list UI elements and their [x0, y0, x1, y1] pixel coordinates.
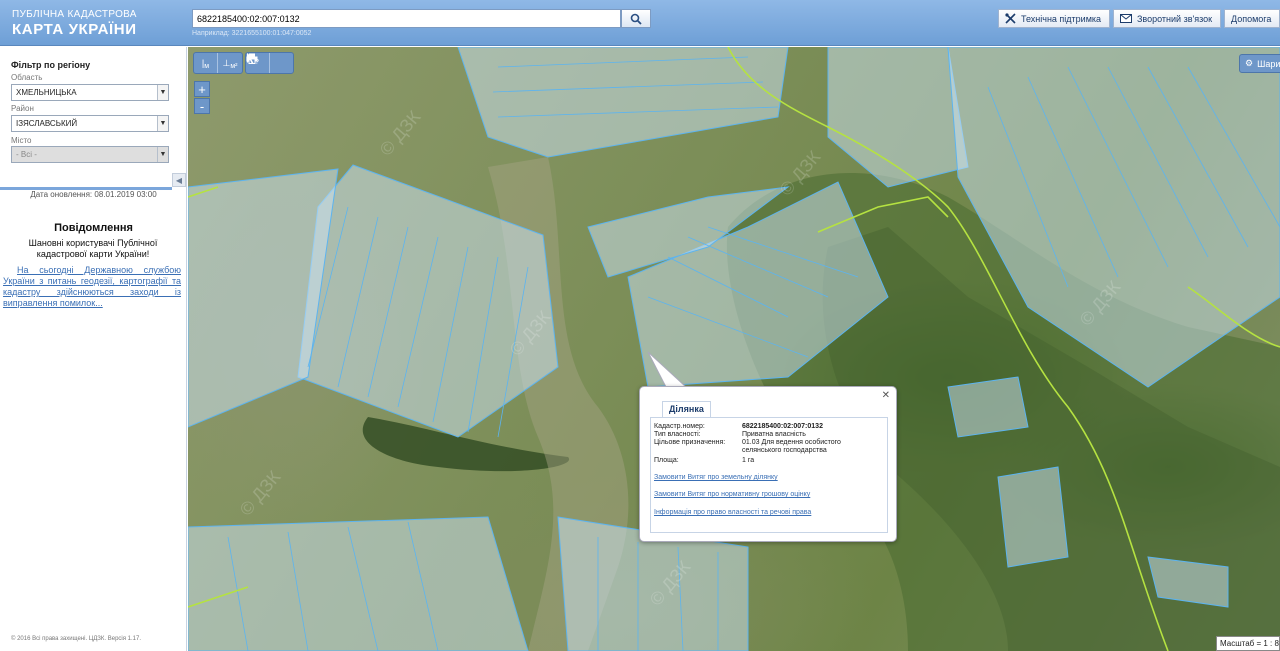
purpose-label: Цільове призначення: [654, 439, 726, 446]
city-select[interactable]: - Всі - ▼ [11, 146, 169, 163]
measure-line-unit: м [204, 62, 210, 70]
cursor-question-icon: ? [247, 53, 259, 65]
help-button[interactable]: Допомога [1224, 9, 1280, 28]
notice-link[interactable]: На сьогодні Державною службою України з … [3, 265, 181, 309]
district-value: ІЗЯСЛАВСЬКИЙ [16, 119, 78, 128]
logo-line1: ПУБЛІЧНА КАДАСТРОВА [12, 9, 137, 20]
layers-label: Шари [1257, 58, 1280, 69]
measure-area-button[interactable]: ⊥ м² [218, 53, 242, 73]
measure-toolbar: | м ⊥ м² [193, 52, 243, 74]
zoom-in-button[interactable]: + [194, 81, 210, 97]
search-icon [630, 13, 642, 25]
filter-title: Фільтр по регіону [11, 60, 91, 70]
header-bar: ПУБЛІЧНА КАДАСТРОВА КАРТА УКРАЇНИ Наприк… [0, 0, 1280, 46]
logo-line2: КАРТА УКРАЇНИ [12, 21, 137, 38]
order-extract-link[interactable]: Замовити Витяг про земельну ділянку [654, 474, 778, 481]
measure-distance-button[interactable]: | м [194, 53, 218, 73]
region-filter-sidebar: Фільтр по регіону Область ХМЕЛЬНИЦЬКА ▼ … [0, 47, 187, 651]
collapse-sidebar-button[interactable]: ◀ [172, 173, 186, 187]
layers-button[interactable]: ⚙ Шари [1239, 54, 1280, 73]
feedback-button[interactable]: Зворотний зв'язок [1113, 9, 1221, 28]
chevron-down-icon: ▼ [157, 147, 168, 162]
identify-button[interactable]: ? [247, 53, 293, 73]
district-label: Район [11, 104, 34, 113]
cadastral-search-input[interactable] [192, 9, 621, 28]
notice-title: Повідомлення [54, 222, 133, 234]
site-logo[interactable]: ПУБЛІЧНА КАДАСТРОВА КАРТА УКРАЇНИ [12, 9, 137, 38]
order-valuation-link[interactable]: Замовити Витяг про нормативну грошову оц… [654, 491, 810, 498]
notice-body: Шановні користувачі Публічної кадастрово… [28, 238, 158, 259]
parcel-small-1[interactable] [947, 376, 1029, 438]
region-label: Область [11, 73, 43, 82]
parcel-info-popup: ✕ Ділянка Кадастр.номер: 6822185400:02:0… [639, 386, 897, 542]
purpose-value: 01.03 Для ведення особистого селянського… [742, 439, 841, 454]
parcel-layer: © ДЗК © ДЗК © ДЗК © ДЗК © ДЗК © ДЗК [188, 47, 1280, 651]
svg-text:?: ? [255, 59, 259, 65]
map-canvas[interactable]: © ДЗК © ДЗК © ДЗК © ДЗК © ДЗК © ДЗК | м ⊥… [188, 47, 1280, 651]
district-select[interactable]: ІЗЯСЛАВСЬКИЙ ▼ [11, 115, 169, 132]
tab-parcel[interactable]: Ділянка [662, 401, 711, 417]
chevron-down-icon: ▼ [157, 116, 168, 131]
parcel-group-far-west[interactable] [188, 168, 339, 428]
chevron-down-icon: ▼ [157, 85, 168, 100]
parcel-details-panel: Кадастр.номер: 6822185400:02:007:0132 Ти… [650, 417, 888, 533]
area-label: Площа: [654, 457, 679, 464]
svg-text:© ДЗК: © ДЗК [236, 467, 285, 520]
measure-area-unit: м² [230, 62, 238, 70]
tools-icon [1005, 13, 1016, 24]
chevron-left-icon: ◀ [175, 175, 183, 185]
region-value: ХМЕЛЬНИЦЬКА [16, 88, 77, 97]
cadastral-value: 6822185400:02:007:0132 [742, 423, 823, 430]
gear-icon: ⚙ [1245, 58, 1254, 68]
search-hint: Наприклад: 3221655100:01:047:0052 [192, 30, 312, 37]
search-button[interactable] [621, 9, 651, 28]
print-info-toolbar: ? [245, 52, 294, 74]
update-date: Дата оновлення: 08.01.2019 03:00 [30, 190, 157, 199]
app-window: ПУБЛІЧНА КАДАСТРОВА КАРТА УКРАЇНИ Наприк… [0, 0, 1280, 651]
help-label: Допомога [1231, 13, 1272, 24]
map-scale: Масштаб = 1 : 8530 [1216, 636, 1280, 651]
city-label: Місто [11, 136, 32, 145]
zoom-out-button[interactable]: - [194, 98, 210, 114]
city-value: - Всі - [16, 150, 37, 159]
ownership-label: Тип власності: [654, 431, 701, 438]
copyright: © 2016 Всі права захищені. ЦДЗК. Версія … [11, 636, 142, 642]
parcel-group-ne1[interactable] [827, 47, 969, 188]
envelope-icon [1120, 14, 1132, 23]
svg-text:© ДЗК: © ДЗК [376, 107, 425, 160]
close-icon[interactable]: ✕ [882, 390, 890, 401]
parcel-small-2[interactable] [997, 466, 1069, 568]
area-icon: ⊥ [222, 57, 231, 68]
tech-support-label: Технічна підтримка [1021, 13, 1102, 24]
ownership-value: Приватна власність [742, 431, 806, 438]
area-value: 1 га [742, 457, 755, 464]
tech-support-button[interactable]: Технічна підтримка [998, 9, 1110, 28]
region-select[interactable]: ХМЕЛЬНИЦЬКА ▼ [11, 84, 169, 101]
feedback-label: Зворотний зв'язок [1137, 13, 1213, 24]
cadastral-label: Кадастр.номер: [654, 423, 705, 430]
ownership-rights-link[interactable]: Інформація про право власності та речові… [654, 509, 811, 516]
parcel-group-sw[interactable] [188, 516, 529, 651]
